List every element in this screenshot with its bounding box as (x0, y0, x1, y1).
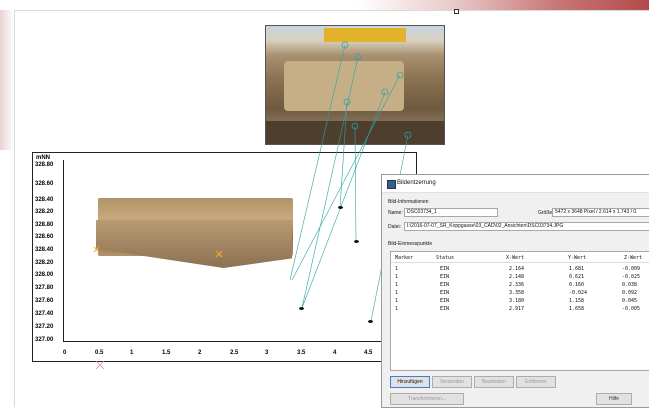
table-cell: 1 (395, 306, 399, 312)
table-cell: -0.024 (569, 290, 588, 296)
replace-button[interactable]: Versenden (432, 376, 472, 388)
table-cell: 3.358 (509, 290, 525, 296)
table-cell: 1.158 (569, 298, 585, 304)
column-header[interactable]: X-Wert (506, 255, 524, 261)
dialog-title: Bildentzerrung (397, 180, 436, 186)
control-point-marker[interactable] (299, 307, 304, 310)
table-cell: 2.917 (509, 306, 525, 312)
table-cell: 2.164 (509, 266, 525, 272)
size-field[interactable]: 5472 x 3648 Pixel / 2.614 x 1.743 / 0. (552, 208, 649, 217)
points-table[interactable]: Marker Status X-Wert Y-Wert Z-Wert 1 EIN… (390, 251, 649, 371)
table-cell: EIN (440, 266, 450, 272)
column-header[interactable]: Y-Wert (568, 255, 586, 261)
table-cell: 1 (395, 274, 399, 280)
table-cell: 1.681 (569, 266, 585, 272)
control-point-marker[interactable] (338, 206, 343, 209)
file-label: Datei: (388, 224, 402, 230)
info-section-label: Bild-Informationen (388, 199, 429, 205)
control-point-marker[interactable] (368, 320, 373, 323)
table-cell: 1 (395, 282, 399, 288)
add-button[interactable]: Hinzufügen (390, 376, 430, 388)
table-cell: EIN (440, 290, 450, 296)
table-cell: -0.025 (622, 274, 641, 280)
table-cell: 1.658 (569, 306, 585, 312)
table-cell: EIN (440, 298, 450, 304)
transform-button[interactable]: Transformieren... (390, 393, 464, 405)
table-cell: 0.092 (622, 290, 638, 296)
column-header[interactable]: Z-Wert (624, 255, 642, 261)
edit-button[interactable]: Bearbeiten (474, 376, 514, 388)
table-cell: 2.336 (509, 282, 525, 288)
dialog-titlebar[interactable]: Bildentzerrung (382, 175, 649, 193)
column-header[interactable]: Marker (395, 255, 413, 261)
table-cell: 0.621 (569, 274, 585, 280)
column-header[interactable]: Status (436, 255, 454, 261)
image-rectification-dialog[interactable]: Bildentzerrung Bild-Informationen Name: … (381, 174, 649, 408)
app-icon (387, 180, 396, 189)
table-cell: 0.160 (569, 282, 585, 288)
table-cell: -0.005 (622, 306, 641, 312)
name-label: Name: (388, 210, 403, 216)
points-section-label: Bild-Einmesspunkte (388, 241, 433, 247)
table-cell: EIN (440, 306, 450, 312)
table-cell: -0.009 (622, 266, 641, 272)
table-cell: 0.038 (622, 282, 638, 288)
table-cell: EIN (440, 274, 450, 280)
header-divider (391, 262, 649, 263)
table-cell: 0.045 (622, 298, 638, 304)
table-cell: 1 (395, 298, 399, 304)
file-path-field[interactable]: I:\2016-07-07_SR_Koppgasse\03_CAD\02_Ans… (404, 222, 649, 231)
table-cell: 1 (395, 290, 399, 296)
remove-button[interactable]: Entfernen (516, 376, 556, 388)
control-point-marker[interactable] (354, 240, 359, 243)
table-cell: 1 (395, 266, 399, 272)
table-cell: EIN (440, 282, 450, 288)
name-field[interactable]: DSC03734_1 (404, 208, 498, 217)
table-cell: 2.148 (509, 274, 525, 280)
help-button[interactable]: Hilfe (596, 393, 632, 405)
table-cell: 3.180 (509, 298, 525, 304)
